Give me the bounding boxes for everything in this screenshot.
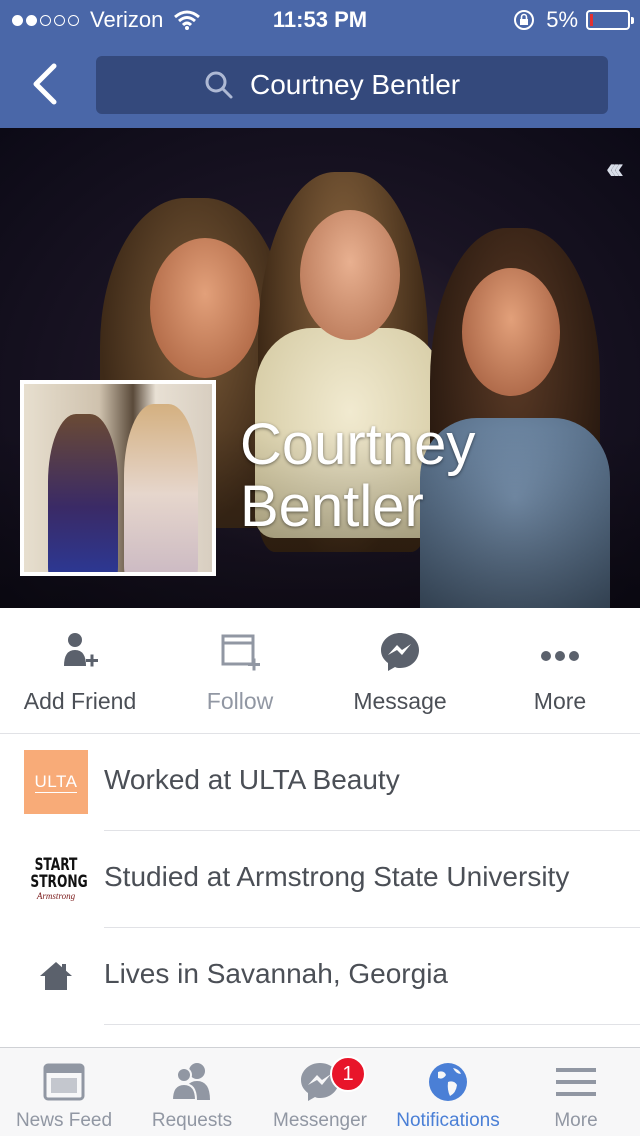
add-friend-icon bbox=[64, 633, 98, 667]
battery-level bbox=[590, 14, 593, 26]
work-text: Worked at ULTA Beauty bbox=[104, 764, 400, 795]
search-input[interactable]: Courtney Bentler bbox=[96, 56, 608, 114]
message-label: Message bbox=[353, 688, 447, 714]
notification-badge: 1 bbox=[330, 1056, 366, 1092]
hamburger-icon bbox=[556, 1068, 596, 1096]
tab-label: More bbox=[554, 1110, 598, 1131]
about-row-education[interactable]: START STRONG Armstrong Studied at Armstr… bbox=[0, 831, 640, 928]
battery-icon bbox=[586, 10, 634, 30]
globe-icon bbox=[429, 1063, 467, 1101]
follow-label: Follow bbox=[206, 688, 274, 714]
top-bar: Verizon 11:53 PM 5% Courtney Bentler bbox=[0, 0, 640, 128]
about-row-location[interactable]: Lives in Savannah, Georgia bbox=[0, 928, 640, 1025]
more-button[interactable]: More bbox=[480, 608, 640, 734]
profile-picture[interactable] bbox=[20, 380, 216, 576]
divider bbox=[104, 1024, 640, 1025]
profile-actions: Add Friend Follow Message More bbox=[0, 608, 640, 734]
nav-bar: Courtney Bentler bbox=[0, 40, 640, 128]
triple-chevron-left-icon[interactable]: ‹‹‹ bbox=[606, 152, 624, 186]
tab-news-feed[interactable]: News Feed bbox=[0, 1048, 128, 1136]
location-text: Lives in Savannah, Georgia bbox=[104, 958, 448, 989]
follow-button[interactable]: Follow bbox=[160, 608, 320, 734]
status-right: 5% bbox=[512, 7, 634, 33]
tab-bar: News Feed Requests 1 Messenger Notificat… bbox=[0, 1047, 640, 1136]
education-text: Studied at Armstrong State University bbox=[104, 861, 570, 892]
messenger-icon bbox=[381, 633, 419, 671]
tab-more[interactable]: More bbox=[512, 1048, 640, 1136]
more-label: More bbox=[533, 688, 587, 714]
cover-photo[interactable]: ‹‹‹ Courtney Bentler bbox=[0, 128, 640, 608]
tab-label: Messenger bbox=[273, 1110, 367, 1131]
add-friend-label: Add Friend bbox=[23, 688, 137, 714]
search-icon bbox=[205, 71, 233, 99]
profile-name: Courtney Bentler bbox=[240, 412, 476, 539]
search-value: Courtney Bentler bbox=[250, 69, 461, 100]
home-icon bbox=[40, 962, 72, 990]
tab-label: News Feed bbox=[15, 1110, 113, 1131]
news-feed-icon bbox=[43, 1063, 85, 1101]
chevron-left-icon[interactable] bbox=[28, 62, 64, 106]
friend-requests-icon bbox=[170, 1063, 210, 1101]
tab-requests[interactable]: Requests bbox=[128, 1048, 256, 1136]
rotation-lock-icon bbox=[514, 10, 535, 30]
ulta-logo: ULTA bbox=[24, 750, 88, 814]
about-row-work[interactable]: ULTA Worked at ULTA Beauty bbox=[0, 734, 640, 831]
armstrong-logo: START STRONG Armstrong bbox=[30, 855, 88, 902]
status-bar: Verizon 11:53 PM 5% bbox=[0, 0, 640, 40]
message-button[interactable]: Message bbox=[320, 608, 480, 734]
more-dots-icon bbox=[541, 651, 579, 661]
tab-messenger[interactable]: 1 Messenger bbox=[256, 1048, 384, 1136]
add-friend-button[interactable]: Add Friend bbox=[0, 608, 160, 734]
tab-label: Requests bbox=[151, 1110, 233, 1131]
follow-icon bbox=[221, 634, 260, 671]
battery-percent: 5% bbox=[546, 7, 578, 32]
tab-label: Notifications bbox=[396, 1110, 500, 1131]
tab-notifications[interactable]: Notifications bbox=[384, 1048, 512, 1136]
